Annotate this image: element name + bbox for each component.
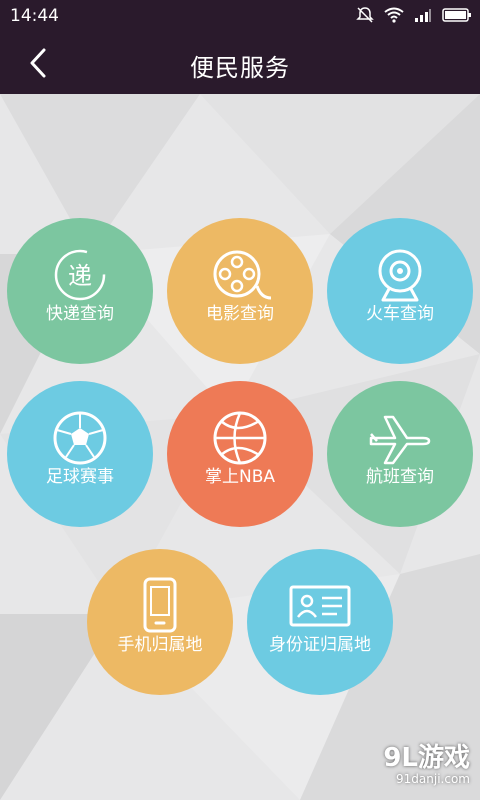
page-title: 便民服务	[190, 54, 290, 82]
mobile-phone-icon	[143, 577, 177, 633]
service-label: 快递查询	[46, 304, 114, 324]
service-label: 电影查询	[206, 304, 274, 324]
status-time: 14:44	[10, 6, 59, 26]
express-delivery-icon: 递	[54, 249, 106, 301]
airplane-icon	[369, 415, 431, 465]
service-nba[interactable]: 掌上NBA	[167, 381, 313, 527]
notifications-muted-icon	[356, 7, 374, 23]
watermark: 9L游戏 91danji.com	[383, 744, 470, 786]
service-train[interactable]: 火车查询	[327, 218, 473, 364]
services-panel: 递 快递查询 电影查询 火车查询 足球赛事 掌上NBA 航班查询 手机归属地 身…	[0, 94, 480, 800]
battery-icon	[442, 8, 471, 22]
id-card-icon	[289, 585, 351, 627]
wifi-icon	[384, 7, 404, 23]
service-phone-location[interactable]: 手机归属地	[87, 549, 233, 695]
service-label: 身份证归属地	[269, 635, 371, 655]
app-bar: 便民服务	[0, 32, 480, 94]
service-flight[interactable]: 航班查询	[327, 381, 473, 527]
watermark-url: 91danji.com	[396, 772, 470, 786]
webcam-icon	[378, 249, 422, 302]
status-icons	[356, 6, 472, 24]
service-label: 掌上NBA	[204, 467, 275, 487]
service-movie[interactable]: 电影查询	[167, 218, 313, 364]
service-express[interactable]: 递 快递查询	[7, 218, 153, 364]
basketball-icon	[213, 411, 267, 465]
film-reel-icon	[213, 250, 272, 300]
service-label: 火车查询	[366, 304, 434, 324]
soccer-ball-icon	[53, 411, 107, 465]
service-label: 手机归属地	[117, 635, 203, 655]
service-label: 航班查询	[366, 467, 434, 487]
service-football[interactable]: 足球赛事	[7, 381, 153, 527]
service-id-location[interactable]: 身份证归属地	[247, 549, 393, 695]
express-glyph: 递	[68, 262, 92, 290]
service-label: 足球赛事	[46, 467, 114, 487]
watermark-logo: 9L游戏	[383, 743, 470, 773]
signal-icon	[415, 9, 431, 22]
status-bar: 14:44	[0, 0, 480, 32]
